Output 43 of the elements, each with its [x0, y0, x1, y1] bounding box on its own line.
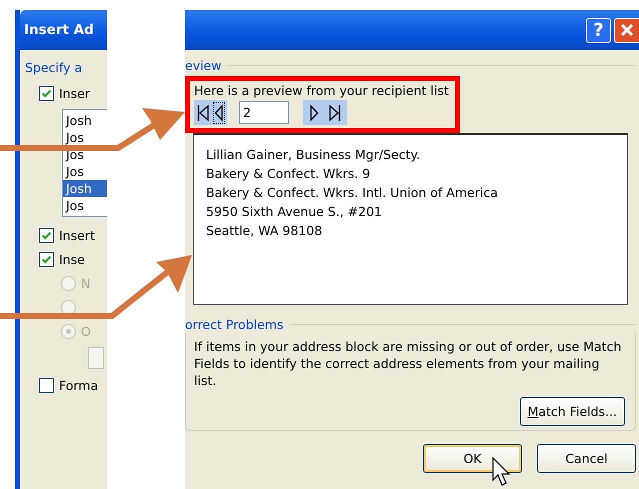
radio-label: O [81, 324, 91, 338]
list-item[interactable]: Josh [63, 112, 107, 129]
cursor-icon [492, 456, 510, 486]
address-line: Bakery & Confect. Wkrs. Intl. Union of America [206, 184, 499, 202]
group-label: orrect Problems [185, 317, 284, 332]
first-record-icon[interactable] [197, 102, 209, 122]
list-item[interactable]: Jos [63, 146, 107, 163]
list-item[interactable]: Jos [63, 197, 107, 214]
address-line: 5950 Sixth Avenue S., #201 [206, 203, 383, 221]
checkbox[interactable] [39, 86, 54, 100]
previous-record-icon[interactable] [214, 102, 224, 122]
checkbox[interactable] [39, 252, 54, 266]
checkbox-label: Forma [59, 378, 98, 392]
group-label: Specify a [25, 60, 84, 75]
checkmark-icon [41, 230, 52, 240]
checkbox[interactable] [39, 228, 54, 242]
last-record-icon[interactable] [329, 102, 341, 122]
checkbox-label: Inser [59, 86, 90, 100]
close-icon [620, 23, 634, 37]
radio-label: N [81, 276, 90, 290]
checkbox[interactable] [39, 378, 54, 392]
preview-prompt: Here is a preview from your recipient list [194, 83, 450, 98]
help-text: If items in your address block are missing or out of order, use Match Fields to identify the correct address elements from your mailing list. [194, 338, 622, 389]
dialog-button[interactable]: OK [423, 444, 522, 473]
record-field[interactable]: 2 [239, 101, 289, 124]
window-title: Insert Ad [20, 10, 107, 50]
dialog-button[interactable]: Cancel [537, 444, 636, 473]
address-line: Lillian Gainer, Business Mgr/Secty. [206, 146, 422, 164]
next-record-icon[interactable] [309, 102, 319, 122]
group-label: eview [185, 58, 222, 73]
checkmark-icon [41, 88, 52, 98]
checkmark-icon [41, 254, 52, 264]
address-line: Seattle, WA 98108 [206, 222, 324, 240]
address-line: Bakery & Confect. Wkrs. 9 [206, 165, 372, 183]
close-button[interactable] [614, 18, 639, 42]
help-button[interactable]: ? [586, 18, 611, 42]
checkbox-label: Insert [59, 228, 95, 242]
list-item[interactable]: Jos [63, 129, 107, 146]
match-fields-button[interactable]: Match Fields... [520, 397, 625, 426]
list-item[interactable]: Jos [63, 163, 107, 180]
list-item[interactable]: Josh [63, 180, 107, 197]
checkbox-label: Inse [59, 252, 85, 266]
recipient-list[interactable]: Josh Jos Jos Jos Josh Jos [62, 109, 107, 217]
